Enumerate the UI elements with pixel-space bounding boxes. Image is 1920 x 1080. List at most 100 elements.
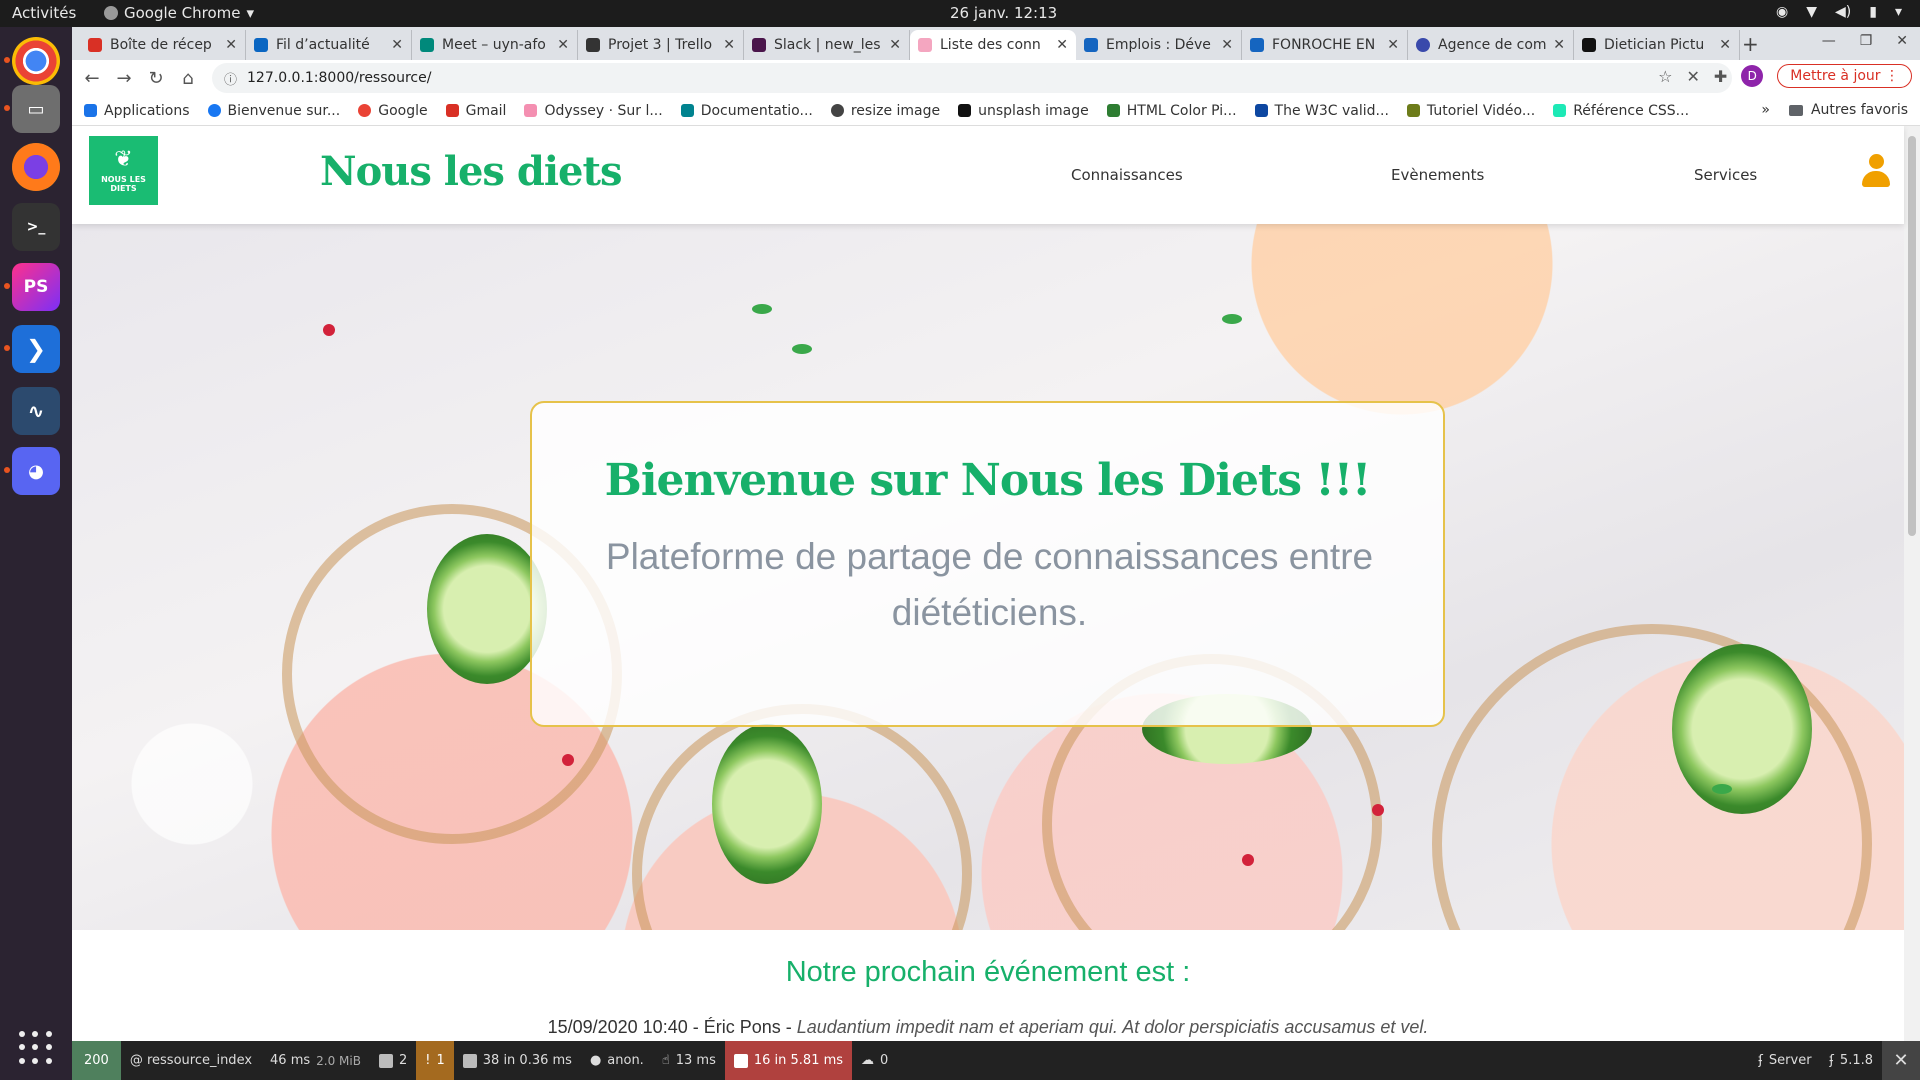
- status-code[interactable]: 200: [72, 1041, 121, 1080]
- bookmarks-overflow-button[interactable]: »: [1761, 102, 1770, 118]
- address-bar[interactable]: ⓘ 127.0.0.1:8000/ressource/: [212, 63, 1732, 93]
- warnings-panel[interactable]: ! 1: [416, 1041, 454, 1080]
- bookmark-facebook[interactable]: Bienvenue sur...: [207, 103, 340, 119]
- mdn-icon: [1553, 104, 1567, 117]
- update-button[interactable]: Mettre à jour ⋮: [1777, 64, 1912, 88]
- route-name[interactable]: @ ressource_index: [121, 1041, 261, 1080]
- wifi-icon[interactable]: ▼: [1806, 4, 1817, 20]
- tab-dietician[interactable]: Dietician Pictu ✕: [1574, 30, 1740, 60]
- indeed-favicon-icon: [1084, 38, 1098, 52]
- close-tab-icon[interactable]: ✕: [225, 37, 237, 53]
- security-panel[interactable]: ● anon.: [581, 1041, 653, 1080]
- next-event-entry[interactable]: 15/09/2020 10:40 - Éric Pons - Laudantiu…: [72, 1017, 1904, 1038]
- close-tab-icon[interactable]: ✕: [1719, 37, 1731, 53]
- close-tab-icon[interactable]: ✕: [1221, 37, 1233, 53]
- http-client-panel[interactable]: ☁ 0: [852, 1041, 897, 1080]
- power-menu-icon[interactable]: ▾: [1895, 4, 1902, 20]
- forms-panel[interactable]: 2: [370, 1041, 416, 1080]
- close-tab-icon[interactable]: ✕: [1387, 37, 1399, 53]
- bookmark-reference-css[interactable]: Référence CSS...: [1553, 103, 1689, 119]
- glass-decoration: [1432, 624, 1872, 930]
- tab-slack[interactable]: Slack | new_les ✕: [744, 30, 910, 60]
- mysql-workbench-icon[interactable]: ∿: [12, 387, 60, 435]
- tab-trello[interactable]: Projet 3 | Trello ✕: [578, 30, 744, 60]
- running-indicator: [4, 57, 10, 63]
- bookmark-gmail[interactable]: Gmail: [445, 103, 506, 119]
- bookmark-w3c-validator[interactable]: The W3C valid...: [1254, 103, 1389, 119]
- hero-subtitle: Plateforme de partage de connaissances e…: [605, 536, 1374, 633]
- bookmark-google[interactable]: Google: [358, 103, 428, 119]
- cloud-icon: ☁: [861, 1053, 875, 1068]
- server-panel[interactable]: ʄ Server: [1750, 1041, 1821, 1080]
- system-tray[interactable]: ◉ ▼ ◀) ▮ ▾: [1776, 4, 1902, 20]
- cache-panel[interactable]: 38 in 0.36 ms: [454, 1041, 581, 1080]
- minimize-icon[interactable]: —: [1822, 33, 1836, 49]
- discord-tray-icon[interactable]: ◉: [1776, 4, 1788, 20]
- reload-icon[interactable]: ↻: [140, 68, 172, 89]
- app-menu[interactable]: Google Chrome ▾: [104, 4, 254, 22]
- nav-evenements[interactable]: Evènements: [1391, 166, 1484, 184]
- show-applications-icon[interactable]: [19, 1031, 53, 1065]
- events-panel[interactable]: ☝ 13 ms: [653, 1041, 725, 1080]
- activities-button[interactable]: Activités: [12, 4, 76, 22]
- nav-services[interactable]: Services: [1694, 166, 1757, 184]
- unsplash-icon: [958, 104, 972, 117]
- leaf-decoration: [752, 304, 772, 314]
- bookmark-unsplash[interactable]: unsplash image: [958, 103, 1089, 119]
- close-toolbar-icon[interactable]: ✕: [1882, 1041, 1920, 1080]
- close-tab-icon[interactable]: ✕: [1553, 37, 1565, 53]
- browser-window: Boîte de récep ✕ Fil d’actualité ✕ Meet – …: [72, 27, 1920, 1080]
- forward-icon[interactable]: →: [108, 68, 140, 89]
- close-window-icon[interactable]: ✕: [1896, 33, 1908, 49]
- site-info-icon[interactable]: ⓘ: [224, 69, 237, 88]
- tab-linkedin[interactable]: Fil d’actualité ✕: [246, 30, 412, 60]
- discord-icon[interactable]: ◕: [12, 447, 60, 495]
- phpstorm-icon[interactable]: PS: [12, 263, 60, 311]
- close-tab-icon[interactable]: ✕: [723, 37, 735, 53]
- vscode-icon[interactable]: ❯: [12, 325, 60, 373]
- page-scrollbar[interactable]: [1904, 126, 1920, 1041]
- bookmark-documentation[interactable]: Documentatio...: [680, 103, 813, 119]
- extension-ux-icon[interactable]: ✕: [1686, 67, 1699, 86]
- clock[interactable]: 26 janv. 12:13: [950, 4, 1057, 22]
- bookmark-tutoriel-video[interactable]: Tutoriel Vidéo...: [1406, 103, 1535, 119]
- database-panel[interactable]: 16 in 5.81 ms: [724, 1041, 853, 1080]
- tab-liste-connaissances[interactable]: Liste des conn ✕: [910, 30, 1076, 60]
- battery-icon[interactable]: ▮: [1869, 4, 1877, 20]
- close-tab-icon[interactable]: ✕: [1056, 37, 1068, 53]
- tab-gmail[interactable]: Boîte de récep ✕: [80, 30, 246, 60]
- leaf-decoration: [1712, 784, 1732, 794]
- profile-avatar[interactable]: D: [1741, 65, 1764, 87]
- bookmark-resize-image[interactable]: resize image: [830, 103, 940, 119]
- close-tab-icon[interactable]: ✕: [557, 37, 569, 53]
- files-icon[interactable]: ▭: [12, 85, 60, 133]
- tab-emplois[interactable]: Emplois : Déve ✕: [1076, 30, 1242, 60]
- scrollbar-thumb[interactable]: [1908, 136, 1916, 536]
- extensions-puzzle-icon[interactable]: ✚: [1714, 67, 1727, 86]
- request-time[interactable]: 46 ms 2.0 MiB: [261, 1041, 370, 1080]
- apps-grid-icon: [84, 104, 97, 117]
- new-tab-button[interactable]: +: [1742, 32, 1759, 56]
- back-icon[interactable]: ←: [76, 68, 108, 89]
- tab-agence[interactable]: Agence de com ✕: [1408, 30, 1574, 60]
- site-brand-title[interactable]: Nous les diets: [320, 148, 622, 195]
- bookmark-star-icon[interactable]: ☆: [1658, 67, 1672, 86]
- firefox-icon[interactable]: [12, 143, 60, 191]
- other-bookmarks-folder[interactable]: Autres favoris: [1788, 102, 1908, 118]
- bookmark-html-color-picker[interactable]: HTML Color Pi...: [1106, 103, 1237, 119]
- close-tab-icon[interactable]: ✕: [391, 37, 403, 53]
- volume-icon[interactable]: ◀): [1835, 4, 1851, 20]
- home-icon[interactable]: ⌂: [172, 68, 204, 89]
- chrome-icon[interactable]: [12, 37, 60, 85]
- symfony-version[interactable]: ʄ 5.1.8: [1821, 1041, 1882, 1080]
- user-account-icon[interactable]: [1860, 154, 1892, 190]
- bookmark-applications[interactable]: Applications: [84, 103, 190, 119]
- maximize-icon[interactable]: ❐: [1860, 33, 1873, 49]
- terminal-icon[interactable]: >_: [12, 203, 60, 251]
- tab-meet[interactable]: Meet – uyn-afo ✕: [412, 30, 578, 60]
- site-logo[interactable]: ❦ NOUS LES DIETS: [89, 136, 158, 205]
- nav-connaissances[interactable]: Connaissances: [1071, 166, 1183, 184]
- close-tab-icon[interactable]: ✕: [889, 37, 901, 53]
- bookmark-odyssey[interactable]: Odyssey · Sur l...: [524, 103, 663, 119]
- tab-fonroche[interactable]: FONROCHE EN ✕: [1242, 30, 1408, 60]
